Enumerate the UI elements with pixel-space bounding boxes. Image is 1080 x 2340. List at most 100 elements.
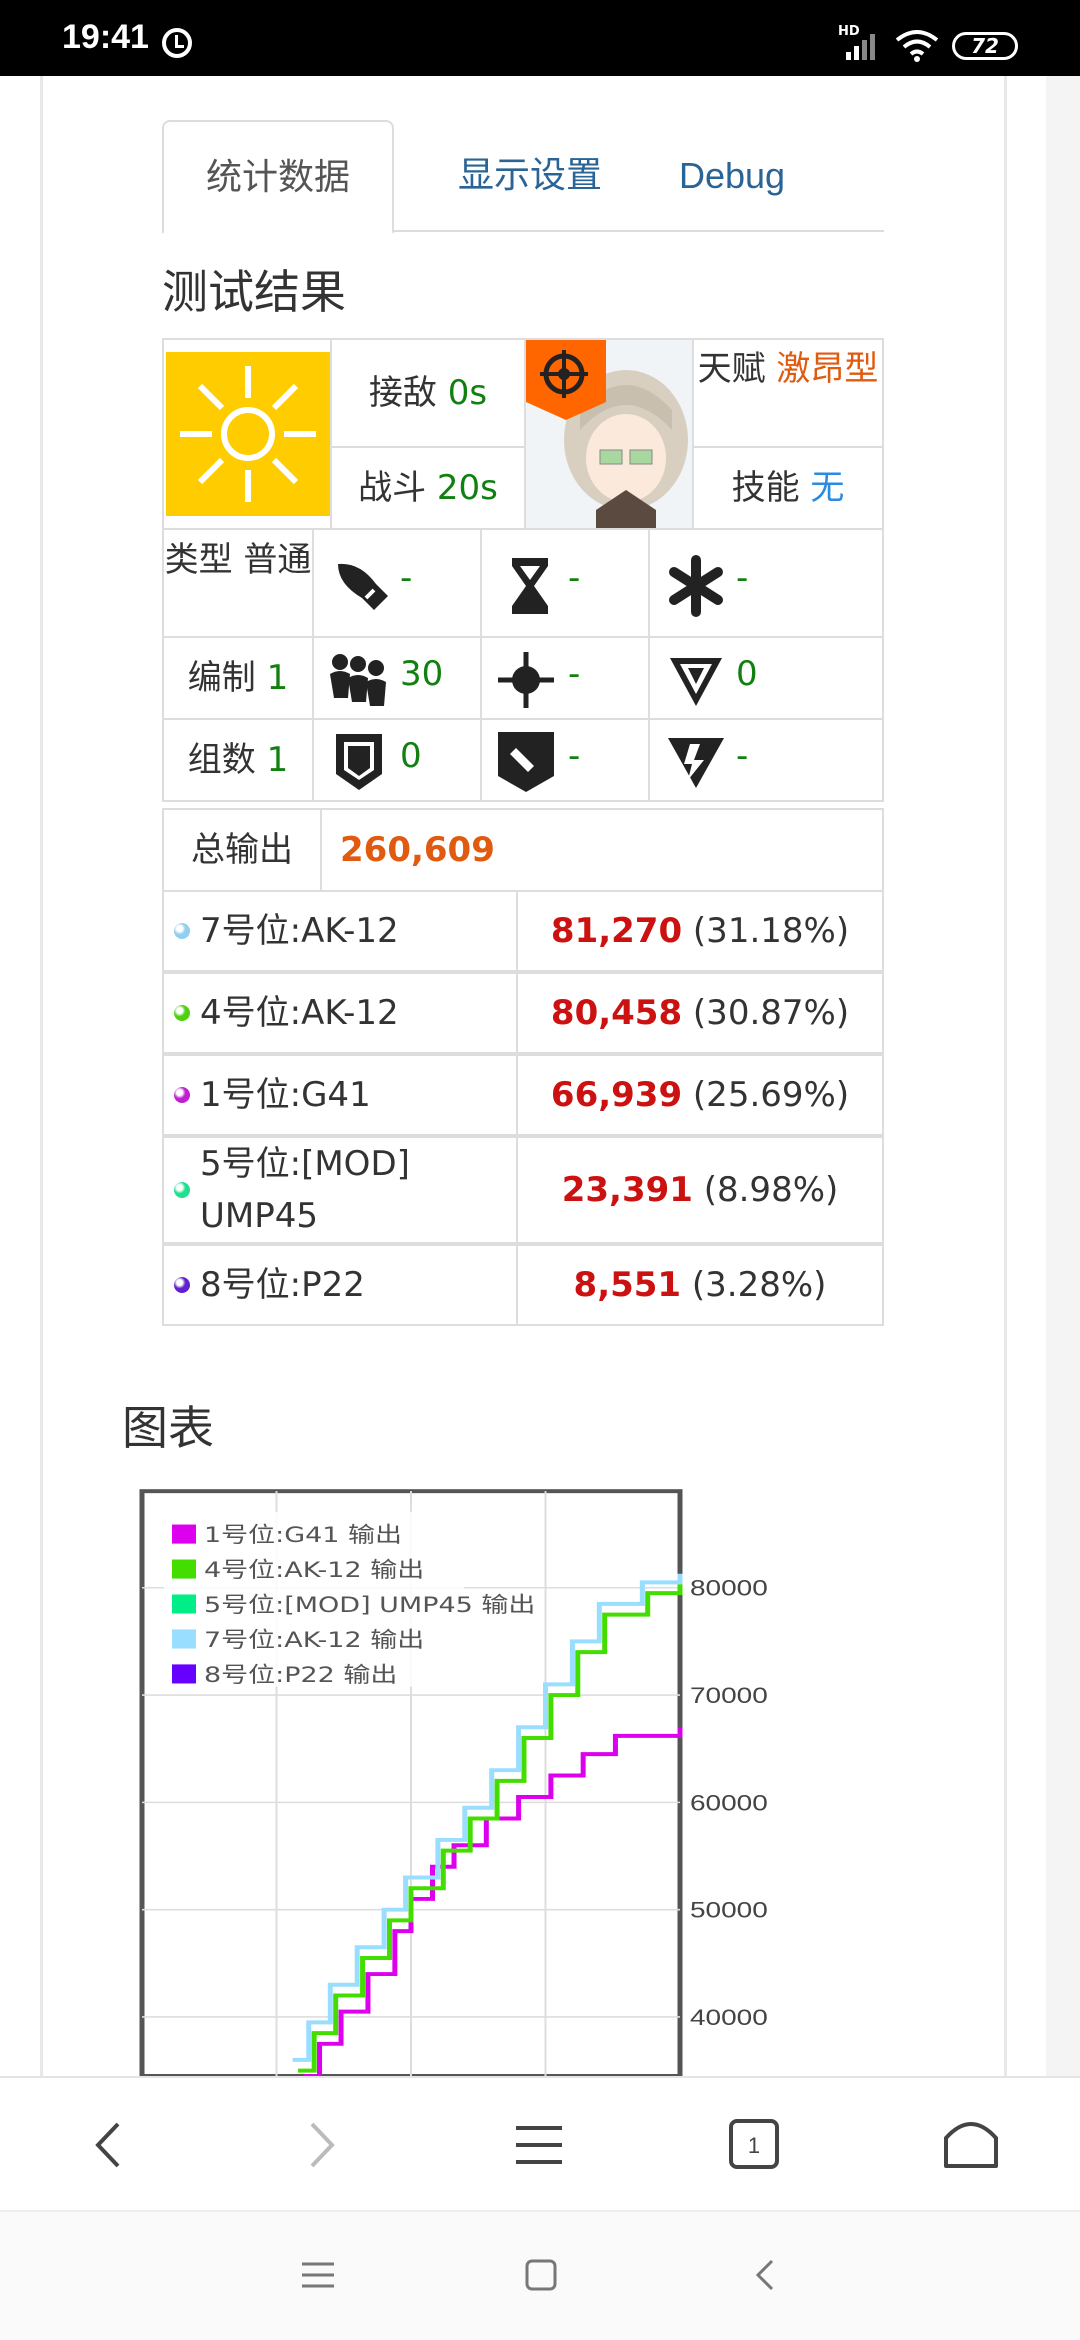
character-position-label: 1号位:G41 [200,1075,371,1115]
type-cell: 类型 普通 [162,528,314,638]
system-navigation [0,2210,1080,2340]
skill-label: 技能 [731,468,800,508]
system-back-icon[interactable] [752,2258,778,2292]
y-tick-label: 50000 [690,1898,768,1923]
character-position-label: 8号位:P22 [200,1265,365,1305]
crosshair-icon [498,652,554,708]
stat-hp: 30 [312,636,482,720]
legend-label: 4号位:AK-12 输出 [204,1557,424,1583]
battle-cell: 战斗 20s [330,446,526,530]
legend-swatch [172,1629,196,1649]
armor-value: 0 [400,736,422,776]
y-tick-label: 80000 [690,1576,768,1601]
stat-crit-dmg: - [648,718,884,802]
crit-dmg-value: - [736,736,749,776]
damage-percent: (31.18%) [682,911,850,951]
squad-icon [330,654,386,706]
damage-row-value: 80,458 (30.87%) [516,972,884,1054]
total-label-cell: 总输出 [162,808,322,892]
back-icon[interactable] [86,2120,130,2170]
recents-icon[interactable] [300,2258,336,2292]
y-tick-label: 70000 [690,1684,768,1709]
stat-shield: - [480,718,650,802]
shield-bullet-icon [498,732,554,792]
damage-percent: (3.28%) [681,1265,827,1305]
stat-armor: 0 [312,718,482,802]
series-color-dot [174,1182,190,1198]
scroll-track [1046,76,1080,2076]
damage-row-name: 7号位:AK-12 [162,890,518,972]
legend-swatch [172,1524,196,1544]
crit-value: - [736,558,749,598]
accuracy-value: - [568,654,581,694]
stat-rate: - [480,528,650,638]
character-position-label: 7号位:AK-12 [200,911,399,951]
damage-row-value: 66,939 (25.69%) [516,1054,884,1136]
engage-label: 接敌 [368,373,437,413]
legend-swatch [172,1594,196,1614]
crit-damage-icon [668,738,724,788]
stat-armor-pen: 0 [648,636,884,720]
tab-debug[interactable]: Debug [662,120,802,232]
stat-crit: - [648,528,884,638]
sun-tile [162,338,332,530]
forward-icon[interactable] [300,2120,344,2170]
legend-label: 7号位:AK-12 输出 [204,1627,424,1653]
character-position-label: 4号位:AK-12 [200,993,399,1033]
signal-icon [846,34,875,60]
damage-row-name: 8号位:P22 [162,1244,518,1326]
damage-value: 66,939 [550,1075,683,1115]
stat-damage: - [312,528,482,638]
total-label: 总输出 [191,830,293,870]
total-value: 260,609 [340,830,495,870]
frame-left [40,76,43,2076]
tab-display-settings[interactable]: 显示设置 [430,120,630,232]
damage-row-value: 23,391 (8.98%) [516,1136,884,1244]
series-color-dot [174,923,190,939]
groups-label: 组数 [187,740,256,780]
damage-row-name: 4号位:AK-12 [162,972,518,1054]
talent-label: 天赋 [697,349,766,389]
type-value: 普通 [243,540,312,580]
armor-pen-icon [670,658,722,706]
damage-percent: (8.98%) [692,1170,839,1210]
engage-value: 0s [447,373,488,413]
character-avatar [526,340,692,528]
series-color-dot [174,1277,190,1293]
browser-toolbar: 1 [0,2076,1080,2210]
home-button-icon[interactable] [524,2258,558,2292]
damage-row-value: 81,270 (31.18%) [516,890,884,972]
y-tick-label: 60000 [690,1791,768,1816]
results-heading: 测试结果 [162,265,346,319]
chart-heading: 图表 [122,1401,214,1455]
hourglass-icon [512,558,548,614]
frame-right [1004,76,1007,2076]
groups-cell: 组数 1 [162,718,314,802]
home-icon[interactable] [942,2116,1000,2172]
tab-bar: 统计数据 显示设置 Debug [162,120,884,234]
tab-statistics[interactable]: 统计数据 [162,120,394,234]
total-value-cell: 260,609 [320,808,884,892]
sun-icon [166,352,330,516]
status-bar: 19:41 HD 72 [0,0,1080,76]
clock: 19:41 [62,18,149,56]
damage-chart[interactable]: 40000 50000 60000 70000 80000 1号位:G41 输出 4号位:A… [138,1488,826,2076]
damage-row-name: 1号位:G41 [162,1054,518,1136]
wifi-icon [895,30,939,62]
armor-shield-icon [336,734,382,790]
skill-value: 无 [810,468,845,508]
menu-icon[interactable] [514,2120,564,2170]
tabs-count-icon[interactable]: 1 [728,2118,780,2170]
talent-cell: 天赋 激昂型 [692,338,884,448]
character-position-label: 5号位:[MOD] UMP45 [200,1144,410,1236]
crit-star-icon [669,555,723,617]
groups-value: 1 [266,740,289,780]
battery-indicator: 72 [952,32,1018,60]
engage-cell: 接敌 0s [330,338,526,448]
hp-value: 30 [400,654,444,694]
type-label: 类型 [164,540,233,580]
alarm-icon [162,28,192,58]
damage-row-name: 5号位:[MOD] UMP45 [162,1136,518,1244]
damage-value: 81,270 [550,911,683,951]
damage-percent: (25.69%) [682,1075,850,1115]
